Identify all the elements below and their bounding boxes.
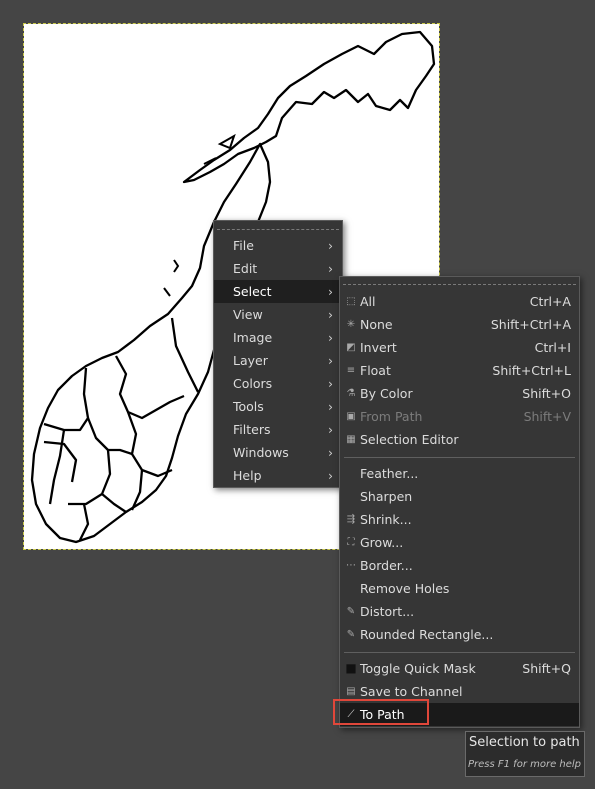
menu-item-label: Edit [233,261,258,276]
item-label: From Path [360,409,423,424]
chevron-right-icon: › [328,376,333,391]
menu-item-label: Select [233,284,272,299]
menu-item-label: Layer [233,353,268,368]
item-label: Border... [360,558,413,573]
item-label: Save to Channel [360,684,463,699]
menu-item-view[interactable]: View › [214,303,342,326]
annotation-highlight-box [333,699,429,725]
item-shortcut: Shift+V [523,409,571,424]
item-label: Invert [360,340,397,355]
sharpen-item[interactable]: Sharpen [340,485,579,508]
menu-item-select[interactable]: Select › [214,280,342,303]
chevron-right-icon: › [328,399,333,414]
invert-icon: ◩ [346,342,356,353]
menu-item-tools[interactable]: Tools › [214,395,342,418]
tooltip: Selection to path Press F1 for more help [465,731,585,777]
menu-item-label: Filters [233,422,271,437]
item-label: Float [360,363,391,378]
menu-item-filters[interactable]: Filters › [214,418,342,441]
item-label: Remove Holes [360,581,450,596]
shrink-item[interactable]: ⇶ Shrink... [340,508,579,531]
menu-item-label: Colors [233,376,273,391]
selection-editor-icon: ▦ [346,434,356,445]
toggle-quick-mask-item[interactable]: ■ Toggle Quick Mask Shift+Q [340,657,579,680]
item-shortcut: Shift+Q [522,661,571,676]
menu-item-file[interactable]: File › [214,234,342,257]
shrink-icon: ⇶ [346,514,356,525]
item-label: Sharpen [360,489,413,504]
menu-item-label: View [233,307,263,322]
menu-item-layer[interactable]: Layer › [214,349,342,372]
item-shortcut: Shift+Ctrl+L [492,363,571,378]
menu-item-edit[interactable]: Edit › [214,257,342,280]
item-label: None [360,317,393,332]
menu-item-windows[interactable]: Windows › [214,441,342,464]
menu-item-label: Windows [233,445,289,460]
chevron-right-icon: › [328,307,333,322]
image-context-menu: File › Edit › Select › View › Image › Layer › … [213,220,343,488]
menu-item-label: Tools [233,399,264,414]
menu-tearoff[interactable] [217,223,339,230]
remove-holes-item[interactable]: Remove Holes [340,577,579,600]
select-from-path-item[interactable]: ▣ From Path Shift+V [340,405,579,428]
selection-editor-item[interactable]: ▦ Selection Editor [340,428,579,451]
feather-item[interactable]: Feather... [340,462,579,485]
tooltip-title: Selection to path [469,735,580,750]
chevron-right-icon: › [328,422,333,437]
select-none-icon: ✳ [346,319,356,330]
from-path-icon: ▣ [346,411,356,422]
rounded-rectangle-icon: ✎ [346,629,356,640]
chevron-right-icon: › [328,284,333,299]
chevron-right-icon: › [328,353,333,368]
distort-item[interactable]: ✎ Distort... [340,600,579,623]
select-submenu: ⬚ All Ctrl+A ✳ None Shift+Ctrl+A ◩ Invert Ctrl… [339,276,580,728]
item-label: Feather... [360,466,419,481]
chevron-right-icon: › [328,330,333,345]
item-shortcut: Shift+Ctrl+A [490,317,571,332]
menu-item-label: Help [233,468,262,483]
chevron-right-icon: › [328,238,333,253]
menu-item-label: Image [233,330,273,345]
item-shortcut: Ctrl+I [534,340,571,355]
float-icon: ≡ [346,365,356,376]
item-label: Toggle Quick Mask [360,661,476,676]
distort-icon: ✎ [346,606,356,617]
by-color-icon: ⚗ [346,388,356,399]
select-invert-item[interactable]: ◩ Invert Ctrl+I [340,336,579,359]
submenu-tearoff[interactable] [343,279,576,285]
menu-item-image[interactable]: Image › [214,326,342,349]
chevron-right-icon: › [328,468,333,483]
item-label: By Color [360,386,413,401]
item-shortcut: Shift+O [522,386,571,401]
menu-item-label: File [233,238,254,253]
grow-item[interactable]: ⛶ Grow... [340,531,579,554]
select-all-icon: ⬚ [346,296,356,307]
menu-separator [344,652,575,653]
select-none-item[interactable]: ✳ None Shift+Ctrl+A [340,313,579,336]
rounded-rectangle-item[interactable]: ✎ Rounded Rectangle... [340,623,579,646]
tooltip-hint: Press F1 for more help [468,759,582,770]
item-label: Distort... [360,604,415,619]
select-all-item[interactable]: ⬚ All Ctrl+A [340,290,579,313]
chevron-right-icon: › [328,445,333,460]
chevron-right-icon: › [328,261,333,276]
item-shortcut: Ctrl+A [529,294,571,309]
border-icon: ⋯ [346,560,356,571]
select-by-color-item[interactable]: ⚗ By Color Shift+O [340,382,579,405]
item-label: Rounded Rectangle... [360,627,494,642]
grow-icon: ⛶ [347,537,355,548]
select-float-item[interactable]: ≡ Float Shift+Ctrl+L [340,359,579,382]
menu-item-help[interactable]: Help › [214,464,342,487]
menu-separator [344,457,575,458]
item-label: Grow... [360,535,404,550]
item-label: Shrink... [360,512,412,527]
item-label: Selection Editor [360,432,459,447]
menu-item-colors[interactable]: Colors › [214,372,342,395]
item-label: All [360,294,376,309]
quick-mask-icon: ■ [345,661,357,675]
border-item[interactable]: ⋯ Border... [340,554,579,577]
